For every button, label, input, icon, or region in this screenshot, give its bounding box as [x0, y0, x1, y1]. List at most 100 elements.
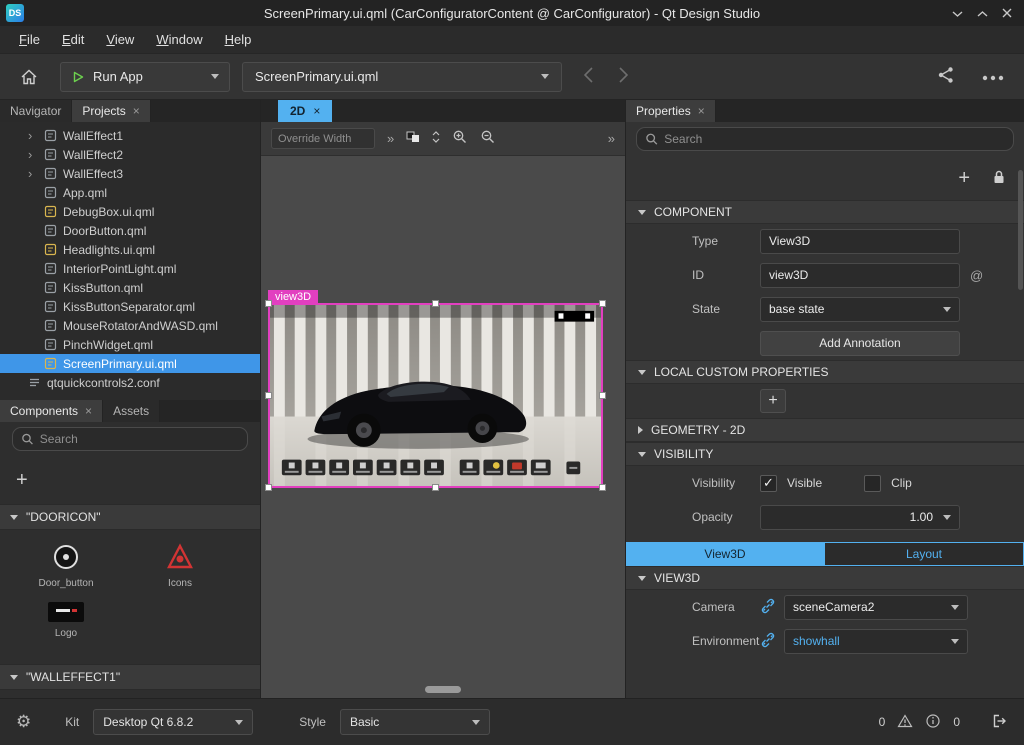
visible-checkbox[interactable]: ✓ [760, 475, 777, 492]
exit-icon[interactable] [990, 712, 1008, 733]
components-search-input[interactable] [40, 432, 239, 446]
share-icon[interactable] [936, 65, 956, 88]
zoom-in-icon[interactable] [452, 129, 468, 148]
add-component-button[interactable]: + [16, 470, 28, 490]
minimize-icon[interactable] [952, 10, 963, 17]
selection-handle[interactable] [265, 392, 272, 399]
properties-search[interactable] [636, 127, 1014, 151]
tab-assets[interactable]: Assets [103, 400, 160, 422]
selection-handle[interactable] [265, 484, 272, 491]
component-item-icons[interactable]: Icons [138, 542, 222, 589]
override-width-input[interactable] [271, 128, 375, 149]
info-icon[interactable] [925, 713, 941, 732]
tab-properties[interactable]: Properties × [626, 100, 716, 122]
chevron-right-icon[interactable]: › [28, 167, 44, 180]
tree-item[interactable]: ›WallEffect1 [0, 126, 260, 145]
open-document-dropdown[interactable]: ScreenPrimary.ui.qml [242, 62, 562, 92]
type-field[interactable]: View3D [760, 229, 960, 254]
zoom-level-stepper[interactable] [432, 131, 440, 146]
menu-window[interactable]: Window [147, 28, 211, 51]
close-icon[interactable]: × [313, 104, 320, 118]
2d-canvas[interactable]: view3D [261, 156, 625, 698]
run-app-button[interactable]: Run App [60, 62, 230, 92]
components-search[interactable] [12, 427, 248, 451]
section-header-visibility[interactable]: VISIBILITY [626, 442, 1024, 466]
section-header-geometry-2d[interactable]: GEOMETRY - 2D [626, 418, 1024, 442]
tree-item[interactable]: MouseRotatorAndWASD.qml [0, 316, 260, 335]
clip-checkbox[interactable] [864, 475, 881, 492]
tree-item[interactable]: DoorButton.qml [0, 221, 260, 240]
style-dropdown[interactable]: Basic [340, 709, 490, 735]
selection-handle[interactable] [599, 392, 606, 399]
tree-item[interactable]: DebugBox.ui.qml [0, 202, 260, 221]
more-options-icon[interactable] [982, 70, 1004, 84]
tab-projects[interactable]: Projects × [72, 100, 150, 122]
tree-item[interactable]: InteriorPointLight.qml [0, 259, 260, 278]
menu-file[interactable]: File [10, 28, 49, 51]
section-header-view3d[interactable]: VIEW3D [626, 566, 1024, 590]
id-field[interactable]: view3D [760, 263, 960, 288]
binding-link-icon[interactable] [760, 632, 776, 651]
maximize-icon[interactable] [977, 10, 988, 17]
menu-help[interactable]: Help [216, 28, 261, 51]
tree-item[interactable]: Headlights.ui.qml [0, 240, 260, 259]
selection-handle[interactable] [599, 484, 606, 491]
section-header-dooricon[interactable]: "DOORICON" [0, 504, 260, 530]
kit-dropdown[interactable]: Desktop Qt 6.8.2 [93, 709, 253, 735]
close-icon[interactable]: × [698, 104, 705, 118]
section-header-component[interactable]: COMPONENT [626, 200, 1024, 224]
close-icon[interactable] [1002, 8, 1012, 18]
tree-item[interactable]: KissButtonSeparator.qml [0, 297, 260, 316]
chevron-right-icon[interactable]: › [28, 148, 44, 161]
tab-navigator[interactable]: Navigator [0, 100, 72, 122]
tree-item[interactable]: ›WallEffect2 [0, 145, 260, 164]
forward-button[interactable] [619, 67, 628, 86]
close-icon[interactable]: × [133, 104, 140, 118]
menu-edit[interactable]: Edit [53, 28, 93, 51]
add-annotation-button[interactable]: Add Annotation [760, 331, 960, 356]
component-item-door-button[interactable]: Door_button [24, 542, 108, 589]
camera-dropdown[interactable]: sceneCamera2 [784, 595, 968, 620]
zoom-out-icon[interactable] [480, 129, 496, 148]
section-header-walleffect1[interactable]: "WALLEFFECT1" [0, 664, 260, 690]
selection-handle[interactable] [432, 300, 439, 307]
lock-icon[interactable] [990, 168, 1008, 189]
selection-handle[interactable] [432, 484, 439, 491]
toolbar-overflow-icon[interactable]: » [387, 131, 394, 146]
view3d-selected-item[interactable]: view3D [268, 303, 603, 488]
settings-gear-icon[interactable]: ⚙ [16, 712, 31, 732]
tab-2d[interactable]: 2D × [278, 100, 332, 122]
tree-item[interactable]: KissButton.qml [0, 278, 260, 297]
selection-handle[interactable] [265, 300, 272, 307]
environment-dropdown[interactable]: showhall [784, 629, 968, 654]
state-dropdown[interactable]: base state [760, 297, 960, 322]
tree-item[interactable]: App.qml [0, 183, 260, 202]
tree-item[interactable]: ›WallEffect3 [0, 164, 260, 183]
canvas-mode-icon[interactable] [406, 131, 420, 146]
subtab-view3d[interactable]: View3D [626, 542, 824, 566]
id-label: ID [692, 268, 760, 282]
selection-handle[interactable] [599, 300, 606, 307]
vertical-scrollbar[interactable] [1018, 170, 1023, 290]
back-button[interactable] [584, 67, 593, 86]
toolbar-overflow-icon[interactable]: » [608, 131, 615, 146]
binding-link-icon[interactable] [760, 598, 776, 617]
close-icon[interactable]: × [85, 404, 92, 418]
tree-item[interactable]: qtquickcontrols2.conf [0, 373, 260, 392]
tree-item[interactable]: PinchWidget.qml [0, 335, 260, 354]
annotation-at-icon[interactable]: @ [970, 268, 983, 283]
properties-search-input[interactable] [664, 132, 1005, 146]
opacity-spinbox[interactable]: 1.00 [760, 505, 960, 530]
tab-components[interactable]: Components × [0, 400, 103, 422]
horizontal-scrollbar[interactable] [425, 686, 461, 693]
home-button[interactable] [12, 62, 46, 92]
subtab-layout[interactable]: Layout [824, 542, 1024, 566]
warning-icon[interactable] [897, 713, 913, 732]
chevron-right-icon[interactable]: › [28, 129, 44, 142]
section-header-local-custom-properties[interactable]: LOCAL CUSTOM PROPERTIES [626, 360, 1024, 384]
add-property-button[interactable]: + [958, 168, 970, 188]
menu-view[interactable]: View [97, 28, 143, 51]
component-item-logo[interactable]: Logo [24, 602, 108, 639]
tree-item-selected[interactable]: ScreenPrimary.ui.qml [0, 354, 260, 373]
add-custom-property-button[interactable]: + [760, 389, 786, 413]
